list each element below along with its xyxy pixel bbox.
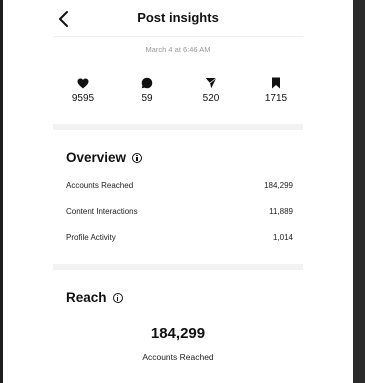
reach-count: 184,299: [150, 325, 206, 342]
header: Post insights: [3, 0, 353, 36]
reach-title: Reach: [66, 290, 123, 305]
shares-stat: 520: [181, 76, 241, 104]
section-divider: [53, 264, 303, 270]
row-label: Content Interactions: [66, 207, 138, 216]
overview-row-content-interactions[interactable]: Content Interactions 11,889: [66, 207, 293, 221]
row-value: 11,889: [269, 207, 293, 216]
heart-icon: [53, 76, 113, 90]
section-divider: [53, 124, 303, 130]
row-label: Profile Activity: [66, 233, 116, 242]
saves-stat: 1715: [246, 76, 306, 104]
comment-icon: [117, 76, 177, 90]
shares-count: 520: [202, 93, 220, 104]
row-label: Accounts Reached: [66, 181, 134, 190]
engagement-stats: 9595 59 520 1715: [53, 76, 303, 116]
bookmark-icon: [246, 76, 306, 90]
row-value: 1,014: [272, 233, 293, 242]
overview-row-profile-activity[interactable]: Profile Activity 1,014: [66, 233, 293, 247]
comments-stat: 59: [117, 76, 177, 104]
reach-label: Accounts Reached: [142, 352, 214, 362]
info-icon[interactable]: [112, 292, 123, 303]
reach-title-text: Reach: [66, 290, 107, 305]
post-timestamp: March 4 at 6:46 AM: [145, 45, 211, 54]
page-title: Post insights: [137, 10, 219, 25]
header-divider: [53, 36, 303, 37]
overview-title: Overview: [66, 150, 143, 165]
post-insights-screen: Post insights March 4 at 6:46 AM 9595 59: [3, 0, 353, 383]
row-value: 184,299: [264, 181, 293, 190]
info-icon[interactable]: [132, 152, 143, 163]
comments-count: 59: [141, 93, 153, 104]
likes-count: 9595: [71, 93, 95, 104]
saves-count: 1715: [264, 93, 288, 104]
overview-row-accounts-reached[interactable]: Accounts Reached 184,299: [66, 181, 293, 195]
overview-title-text: Overview: [66, 150, 127, 165]
share-icon: [181, 76, 241, 90]
likes-stat: 9595: [53, 76, 113, 104]
